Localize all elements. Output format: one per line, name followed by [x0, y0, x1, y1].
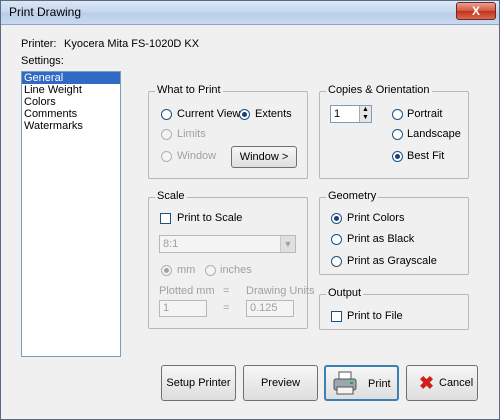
- printer-icon: [333, 371, 357, 395]
- landscape-label: Landscape: [407, 128, 461, 140]
- inches-label: inches: [220, 264, 252, 276]
- what-to-print-title: What to Print: [155, 84, 223, 96]
- settings-item-watermarks[interactable]: Watermarks: [22, 120, 120, 132]
- settings-item-general[interactable]: General: [22, 72, 120, 84]
- landscape-radio[interactable]: [392, 129, 403, 140]
- print-grayscale-label: Print as Grayscale: [347, 255, 437, 267]
- window-title: Print Drawing: [9, 5, 82, 19]
- printer-name: Kyocera Mita FS-1020D KX: [64, 38, 200, 50]
- close-button[interactable]: X: [456, 2, 496, 20]
- print-to-scale-checkbox[interactable]: [160, 213, 171, 224]
- limits-label: Limits: [177, 128, 206, 140]
- portrait-radio[interactable]: [392, 109, 403, 120]
- setup-printer-button[interactable]: Setup Printer: [161, 365, 236, 401]
- plotted-mm-label: Plotted mm: [159, 285, 215, 297]
- print-to-file-checkbox[interactable]: [331, 311, 342, 322]
- extents-label: Extents: [255, 108, 292, 120]
- chevron-down-icon[interactable]: ▼: [280, 236, 295, 252]
- settings-item-comments[interactable]: Comments: [22, 108, 120, 120]
- print-button[interactable]: Print: [324, 365, 399, 401]
- print-drawing-dialog: Print Drawing X Printer: Kyocera Mita FS…: [0, 0, 500, 420]
- copies-value: 1: [334, 108, 341, 120]
- settings-item-colors[interactable]: Colors: [22, 96, 120, 108]
- printer-label: Printer:: [21, 38, 57, 50]
- output-title: Output: [326, 287, 364, 299]
- best-fit-radio[interactable]: [392, 151, 403, 162]
- plotted-mm-input[interactable]: 1: [159, 300, 207, 317]
- scale-ratio-value: 8:1: [163, 238, 179, 250]
- geometry-title: Geometry: [326, 190, 379, 202]
- preview-button[interactable]: Preview: [243, 365, 318, 401]
- print-black-label: Print as Black: [347, 233, 415, 245]
- mm-radio[interactable]: [161, 265, 172, 276]
- scale-title: Scale: [155, 190, 187, 202]
- window-label: Window: [177, 150, 217, 162]
- settings-label: Settings:: [21, 55, 64, 67]
- cancel-label: Cancel: [439, 377, 474, 389]
- current-view-label: Current View: [177, 108, 241, 120]
- limits-radio[interactable]: [161, 129, 172, 140]
- print-to-scale-label: Print to Scale: [177, 212, 243, 224]
- drawing-units-label: Drawing Units: [246, 285, 315, 297]
- equals-label-bottom: =: [223, 302, 230, 314]
- window-button[interactable]: Window >: [231, 146, 297, 168]
- settings-item-line-weight[interactable]: Line Weight: [22, 84, 120, 96]
- settings-list[interactable]: General Line Weight Colors Comments Wate…: [21, 71, 121, 357]
- setup-printer-label: Setup Printer: [166, 377, 231, 389]
- extents-radio[interactable]: [239, 109, 250, 120]
- print-grayscale-radio[interactable]: [331, 256, 342, 267]
- copies-spin-buttons[interactable]: ▲ ▼: [359, 106, 371, 122]
- portrait-label: Portrait: [407, 108, 443, 120]
- print-black-radio[interactable]: [331, 234, 342, 245]
- current-view-radio[interactable]: [161, 109, 172, 120]
- copies-orientation-title: Copies & Orientation: [326, 84, 432, 96]
- inches-radio[interactable]: [205, 265, 216, 276]
- scale-ratio-select[interactable]: 8:1 ▼: [159, 235, 296, 253]
- print-colors-radio[interactable]: [331, 213, 342, 224]
- copies-spinner[interactable]: 1 ▲ ▼: [330, 105, 372, 123]
- print-colors-label: Print Colors: [347, 212, 405, 224]
- window-radio[interactable]: [161, 151, 172, 162]
- cancel-x-icon: ✖: [419, 373, 435, 393]
- title-bar[interactable]: Print Drawing X: [1, 1, 499, 25]
- drawing-units-input[interactable]: 0.125: [246, 300, 294, 317]
- best-fit-label: Best Fit: [407, 150, 445, 162]
- preview-label: Preview: [260, 377, 301, 389]
- equals-label-top: =: [223, 285, 230, 297]
- print-label: Print: [368, 378, 391, 390]
- print-to-file-label: Print to File: [347, 310, 403, 322]
- mm-label: mm: [177, 264, 196, 276]
- cancel-button[interactable]: ✖ Cancel: [406, 365, 478, 401]
